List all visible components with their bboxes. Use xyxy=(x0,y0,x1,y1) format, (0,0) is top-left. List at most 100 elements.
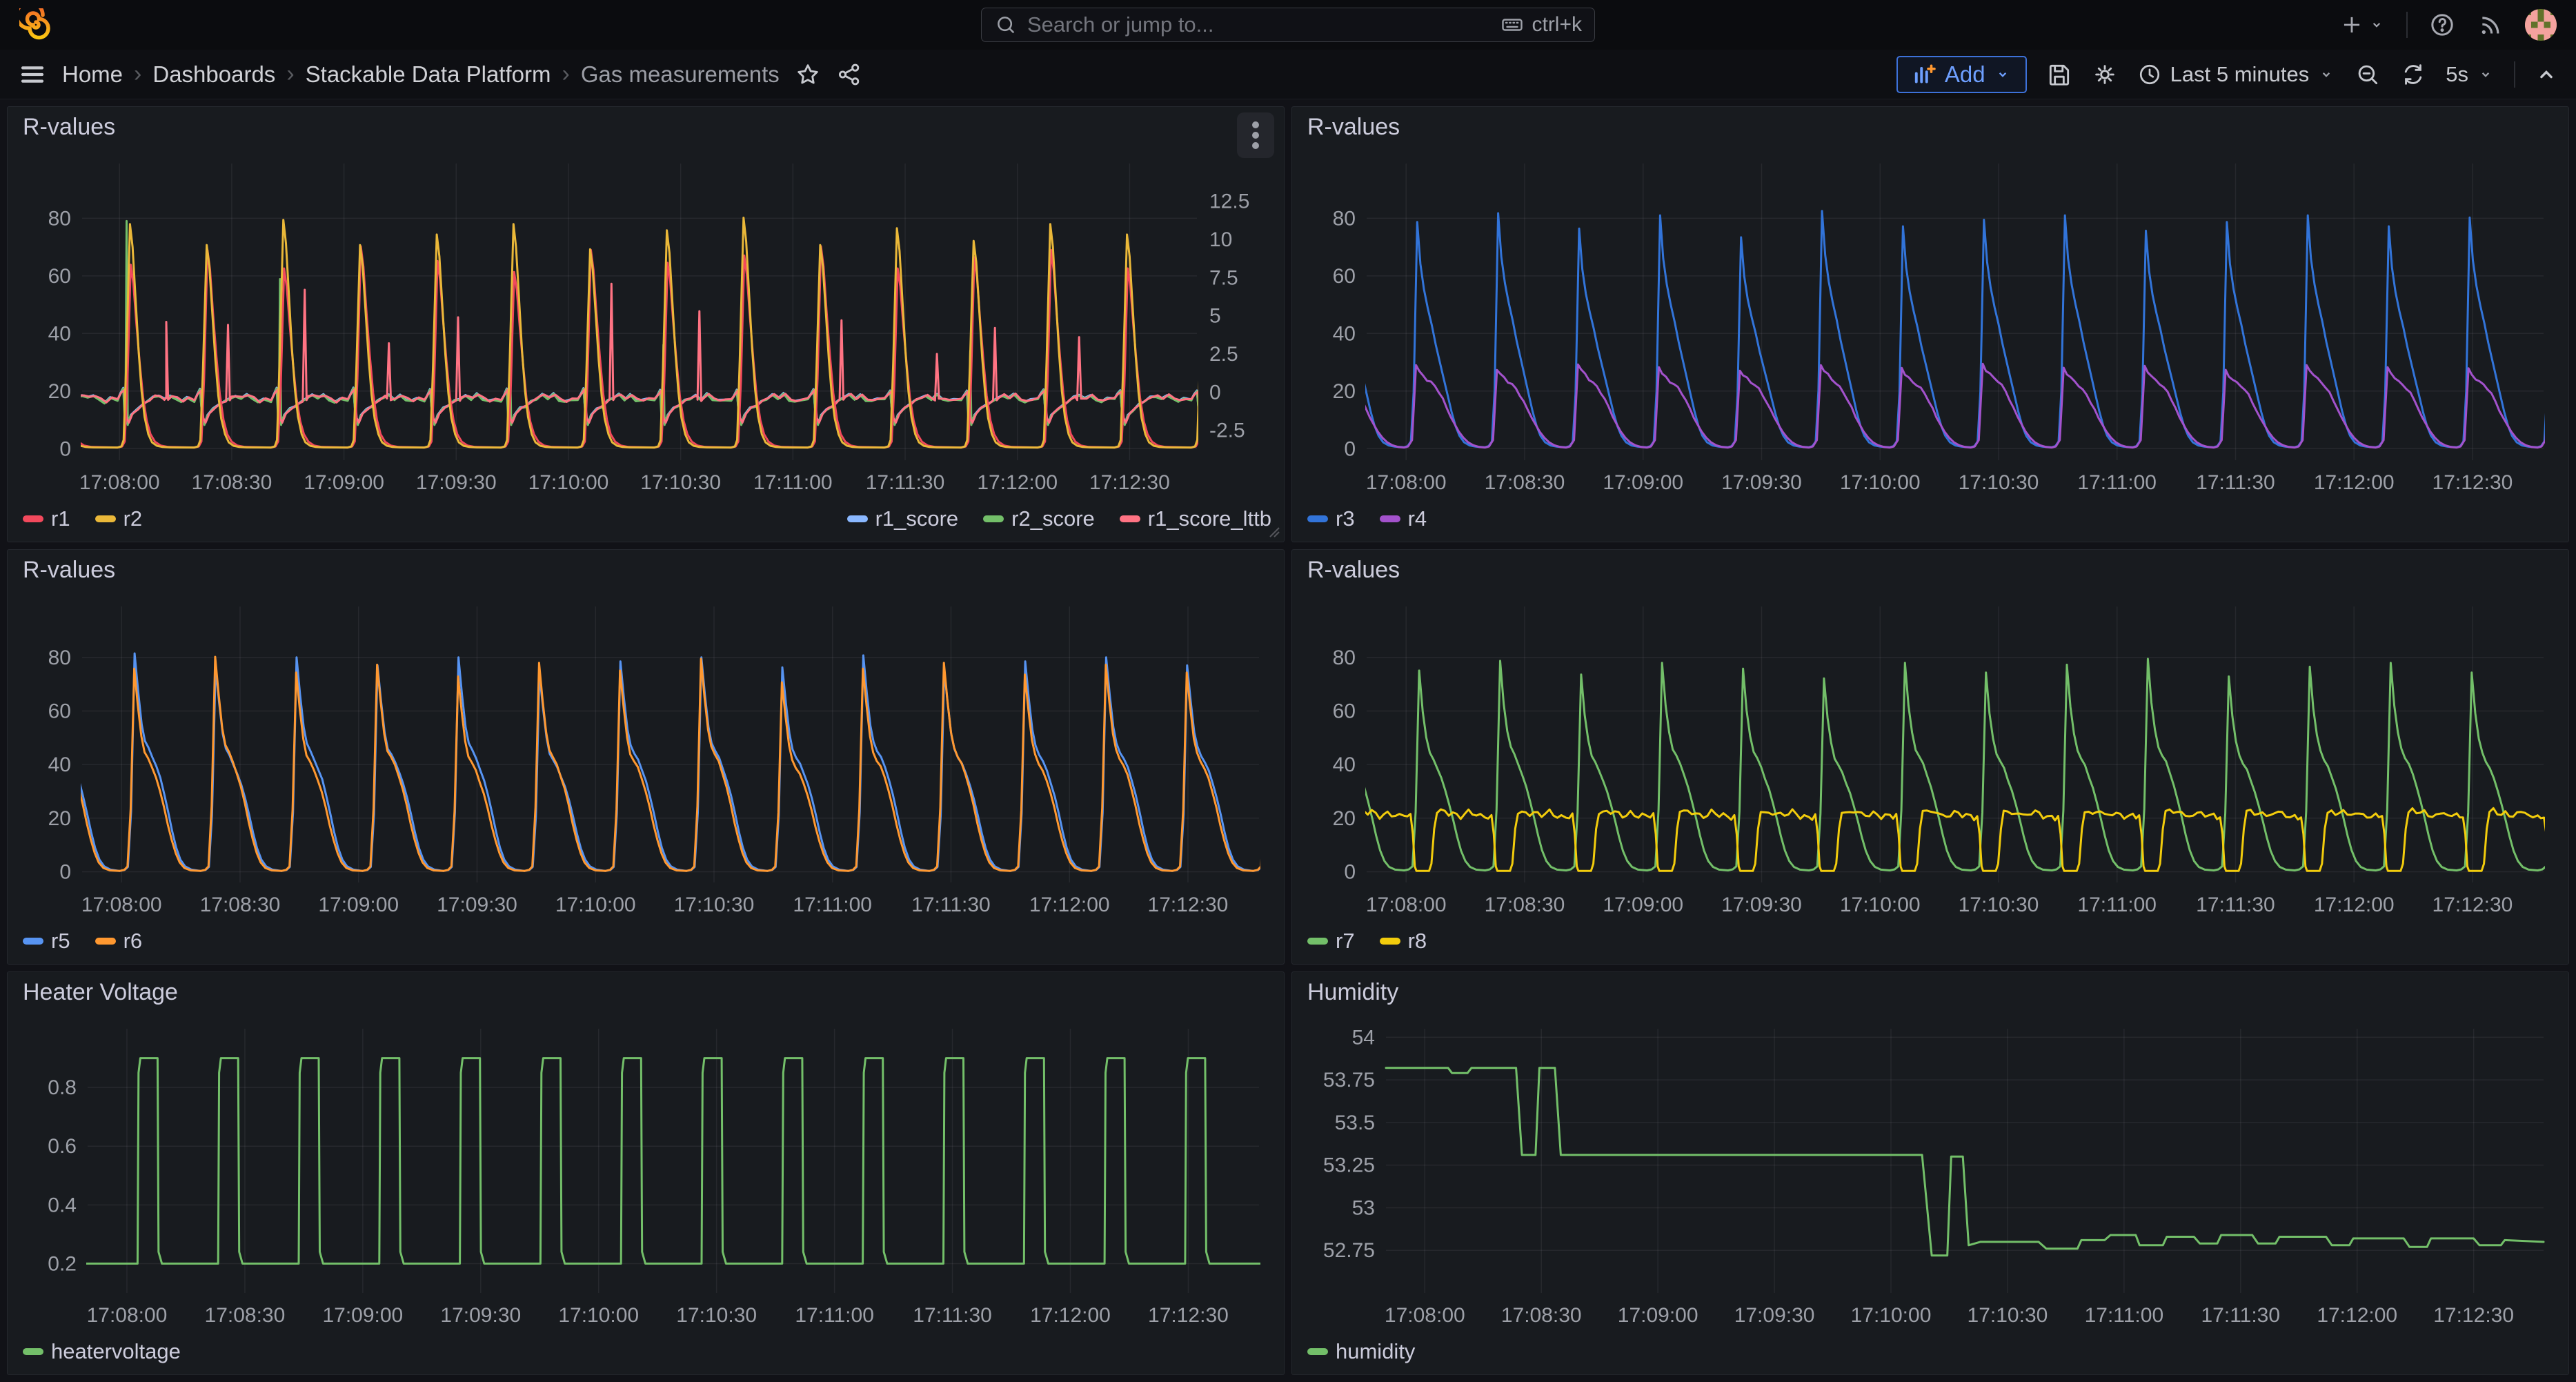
panel-legend: r3 r4 xyxy=(1307,500,2556,537)
svg-text:60: 60 xyxy=(48,700,71,722)
zoom-out-button[interactable] xyxy=(2355,61,2381,88)
resize-handle[interactable] xyxy=(1267,525,1280,537)
svg-text:17:11:00: 17:11:00 xyxy=(795,1304,874,1327)
panel-heater-voltage: Heater Voltage 0.20.40.60.817:08:0017:08… xyxy=(7,971,1285,1375)
svg-text:17:09:30: 17:09:30 xyxy=(437,894,517,916)
svg-text:17:09:00: 17:09:00 xyxy=(318,894,399,916)
panel-title[interactable]: Humidity xyxy=(1307,979,1398,1006)
news-button[interactable] xyxy=(2477,11,2504,39)
svg-text:17:09:00: 17:09:00 xyxy=(304,471,384,494)
legend-label: r4 xyxy=(1408,506,1427,531)
panel-title[interactable]: R-values xyxy=(1307,114,1400,141)
save-icon xyxy=(2046,61,2072,88)
save-dashboard-button[interactable] xyxy=(2046,61,2072,88)
legend-item[interactable]: humidity xyxy=(1307,1339,1415,1364)
panel-title[interactable]: R-values xyxy=(1307,557,1400,584)
help-icon xyxy=(2428,11,2456,39)
panel-title[interactable]: R-values xyxy=(23,557,115,584)
svg-text:17:12:00: 17:12:00 xyxy=(2317,1304,2397,1327)
panel-r-values-1: R-values 020406080-2.502.557.51012.517:0… xyxy=(7,106,1285,542)
legend-item[interactable]: r2 xyxy=(95,506,143,531)
svg-text:17:10:30: 17:10:30 xyxy=(640,471,721,494)
timeseries-chart[interactable]: 52.755353.2553.553.755417:08:0017:08:301… xyxy=(1298,1012,2563,1330)
legend-item[interactable]: r1_score_lttb xyxy=(1120,506,1271,531)
time-range-picker[interactable]: Last 5 minutes xyxy=(2137,62,2336,87)
grafana-logo-icon[interactable] xyxy=(19,8,52,41)
svg-text:17:10:00: 17:10:00 xyxy=(1840,894,1921,916)
svg-text:52.75: 52.75 xyxy=(1323,1239,1375,1262)
legend-item[interactable]: r8 xyxy=(1380,929,1427,954)
timeseries-chart[interactable]: 0.20.40.60.817:08:0017:08:3017:09:0017:0… xyxy=(13,1012,1278,1330)
svg-text:17:08:30: 17:08:30 xyxy=(200,894,281,916)
divider xyxy=(2406,12,2408,38)
legend-label: r5 xyxy=(51,929,70,954)
legend-item[interactable]: r1_score xyxy=(847,506,959,531)
keyboard-icon xyxy=(1500,12,1525,37)
svg-text:17:12:00: 17:12:00 xyxy=(2314,894,2395,916)
svg-text:80: 80 xyxy=(48,646,71,669)
svg-text:17:09:00: 17:09:00 xyxy=(1603,471,1683,494)
collapse-toolbar-button[interactable] xyxy=(2535,63,2558,86)
legend-label: r2_score xyxy=(1011,506,1095,531)
svg-text:0.8: 0.8 xyxy=(48,1076,77,1099)
legend-label: r1_score_lttb xyxy=(1148,506,1271,531)
caret-up-icon xyxy=(2535,63,2558,86)
svg-text:0: 0 xyxy=(1344,860,1356,883)
legend-item[interactable]: r7 xyxy=(1307,929,1355,954)
legend-item[interactable]: r4 xyxy=(1380,506,1427,531)
refresh-button[interactable] xyxy=(2400,61,2426,88)
svg-text:17:10:30: 17:10:30 xyxy=(674,894,755,916)
menu-toggle-button[interactable] xyxy=(18,60,47,89)
legend-item[interactable]: r5 xyxy=(23,929,70,954)
legend-item[interactable]: r1 xyxy=(23,506,70,531)
svg-text:17:09:00: 17:09:00 xyxy=(322,1304,403,1327)
panel-title[interactable]: Heater Voltage xyxy=(23,979,178,1006)
svg-text:17:10:00: 17:10:00 xyxy=(528,471,609,494)
search-bar[interactable]: ctrl+k xyxy=(981,8,1595,42)
clock-icon xyxy=(2137,62,2162,87)
chevron-right-icon: › xyxy=(560,61,571,88)
timeseries-chart[interactable]: 02040608017:08:0017:08:3017:09:0017:09:3… xyxy=(13,590,1278,920)
top-nav-bar: ctrl+k xyxy=(0,0,2576,50)
legend-swatch xyxy=(1120,515,1140,522)
legend-swatch xyxy=(1307,1348,1328,1355)
legend-swatch xyxy=(95,938,116,945)
chevron-right-icon: › xyxy=(132,61,143,88)
svg-text:17:09:30: 17:09:30 xyxy=(416,471,497,494)
svg-text:17:12:30: 17:12:30 xyxy=(1089,471,1170,494)
refresh-interval-picker[interactable]: 5s xyxy=(2446,62,2495,87)
svg-text:0: 0 xyxy=(1209,381,1221,404)
legend-label: r7 xyxy=(1336,929,1355,954)
svg-text:40: 40 xyxy=(1333,322,1356,345)
zoom-out-icon xyxy=(2355,61,2381,88)
legend-item[interactable]: heatervoltage xyxy=(23,1339,181,1364)
timeseries-chart[interactable]: 02040608017:08:0017:08:3017:09:0017:09:3… xyxy=(1298,590,2563,920)
legend-label: heatervoltage xyxy=(51,1339,181,1364)
share-button[interactable] xyxy=(836,61,862,88)
breadcrumb-dashboards[interactable]: Dashboards xyxy=(152,61,275,88)
favorite-button[interactable] xyxy=(795,61,821,88)
avatar[interactable] xyxy=(2525,9,2557,41)
help-button[interactable] xyxy=(2428,11,2456,39)
svg-text:17:11:30: 17:11:30 xyxy=(866,471,945,494)
timeseries-chart[interactable]: 02040608017:08:0017:08:3017:09:0017:09:3… xyxy=(1298,147,2563,497)
panel-title[interactable]: R-values xyxy=(23,114,115,141)
svg-text:80: 80 xyxy=(48,207,71,230)
svg-text:60: 60 xyxy=(48,265,71,288)
legend-item[interactable]: r3 xyxy=(1307,506,1355,531)
svg-text:40: 40 xyxy=(1333,753,1356,776)
svg-text:-2.5: -2.5 xyxy=(1209,419,1245,442)
legend-item[interactable]: r2_score xyxy=(983,506,1095,531)
svg-text:17:11:00: 17:11:00 xyxy=(753,471,833,494)
search-input[interactable] xyxy=(1027,12,1490,37)
dashboard-settings-button[interactable] xyxy=(2092,61,2118,88)
breadcrumb-folder[interactable]: Stackable Data Platform xyxy=(306,61,551,88)
add-button[interactable]: Add xyxy=(1896,56,2027,93)
svg-text:10: 10 xyxy=(1209,228,1232,251)
breadcrumb-home[interactable]: Home xyxy=(62,61,123,88)
legend-item[interactable]: r6 xyxy=(95,929,143,954)
svg-text:17:11:30: 17:11:30 xyxy=(2201,1304,2281,1327)
timeseries-chart[interactable]: 020406080-2.502.557.51012.517:08:0017:08… xyxy=(13,147,1278,497)
svg-text:17:11:00: 17:11:00 xyxy=(2077,471,2157,494)
new-button[interactable] xyxy=(2339,12,2386,38)
